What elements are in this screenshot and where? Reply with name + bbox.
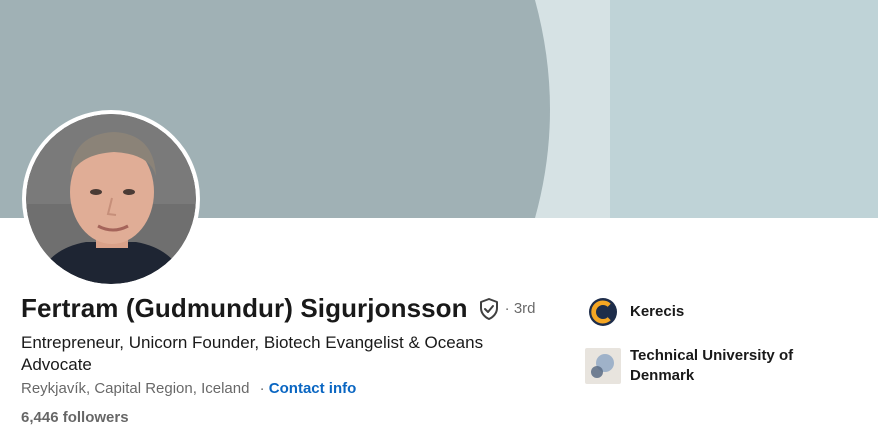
profile-photo[interactable]: [22, 110, 200, 288]
profile-location: Reykjavík, Capital Region, Iceland: [21, 380, 250, 397]
profile-name-row: Fertram (Gudmundur) Sigurjonsson · 3rd: [21, 293, 536, 324]
shield-check-icon[interactable]: [477, 297, 501, 321]
profile-name: Fertram (Gudmundur) Sigurjonsson: [21, 293, 468, 323]
avatar: [26, 114, 196, 284]
kerecis-logo-icon: [585, 294, 621, 330]
org-item-technical-university-of-denmark[interactable]: Technical University of Denmark: [585, 346, 810, 386]
university-logo-icon: [585, 348, 621, 384]
followers-count: 6,446 followers: [21, 409, 129, 426]
connection-degree: · 3rd: [504, 300, 536, 317]
profile-headline: Entrepreneur, Unicorn Founder, Biotech E…: [21, 333, 484, 374]
location-row: Reykjavík, Capital Region, Iceland · Con…: [21, 380, 356, 397]
org-name: Technical University of Denmark: [630, 347, 794, 384]
org-name: Kerecis: [630, 303, 685, 320]
organizations-list: Kerecis Technical University of Denmark: [585, 294, 810, 386]
contact-info-link[interactable]: Contact info: [269, 380, 357, 397]
separator: ·: [259, 380, 265, 397]
org-item-kerecis[interactable]: Kerecis: [585, 294, 810, 330]
